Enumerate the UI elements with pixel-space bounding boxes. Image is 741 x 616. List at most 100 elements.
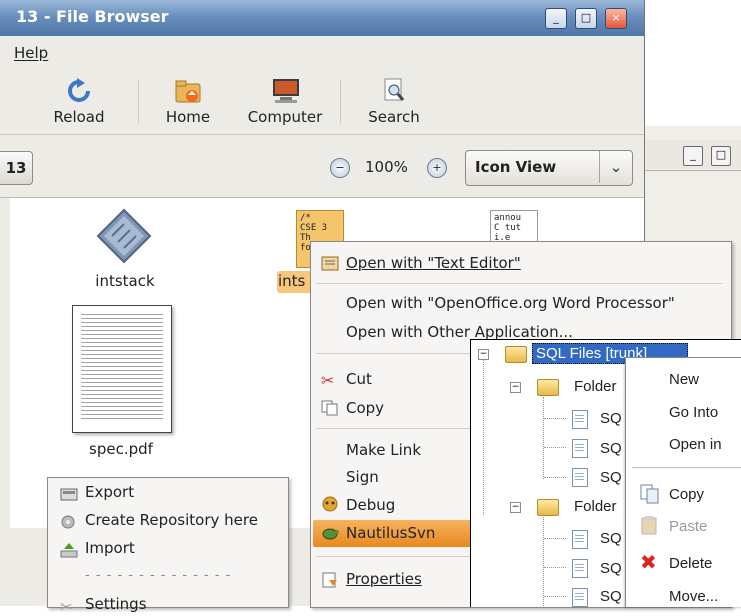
menu-go-into[interactable]: Go Into bbox=[669, 404, 718, 421]
menu-open-text-editor[interactable]: Open with "Text Editor" bbox=[346, 254, 521, 272]
properties-icon bbox=[321, 572, 339, 588]
sql-file-icon bbox=[572, 410, 588, 429]
home-label: Home bbox=[165, 108, 211, 126]
menu-debug[interactable]: Debug bbox=[346, 496, 395, 514]
menu-cut[interactable]: Cut bbox=[346, 370, 372, 388]
diamond-executable-icon[interactable] bbox=[96, 208, 152, 264]
tree-connector bbox=[544, 596, 566, 597]
sql-file-icon bbox=[572, 559, 588, 578]
home-button[interactable]: Home bbox=[157, 78, 219, 126]
reload-button[interactable]: Reload bbox=[46, 78, 112, 126]
computer-icon bbox=[271, 78, 299, 104]
tree-connector bbox=[544, 418, 566, 419]
tree-file-label[interactable]: SQ bbox=[600, 560, 622, 577]
menu-move[interactable]: Move... bbox=[669, 588, 718, 605]
sql-file-icon bbox=[572, 588, 588, 607]
zoom-level[interactable]: 100% bbox=[365, 158, 408, 176]
search-label: Search bbox=[368, 108, 420, 126]
menu-separator: - - - - - - - - - - - - - - bbox=[85, 568, 232, 583]
menu-delete[interactable]: Delete bbox=[669, 555, 712, 572]
pdf-thumbnail-icon[interactable] bbox=[72, 305, 172, 433]
menu-settings[interactable]: Settings bbox=[85, 595, 147, 613]
export-icon bbox=[60, 486, 78, 502]
scissors-icon: ✂ bbox=[321, 371, 335, 390]
collapse-icon[interactable]: − bbox=[510, 382, 521, 393]
maximize-button[interactable]: □ bbox=[711, 146, 731, 166]
tree-file-label[interactable]: SQ bbox=[600, 588, 622, 605]
import-icon bbox=[60, 542, 78, 558]
minimize-button[interactable]: _ bbox=[545, 8, 567, 29]
maximize-button[interactable]: □ bbox=[575, 8, 597, 29]
svn-folder-icon bbox=[505, 346, 527, 363]
tree-file-label[interactable]: SQ bbox=[600, 530, 622, 547]
settings-icon: ✂ bbox=[60, 598, 73, 616]
menu-nautilussvn[interactable]: NautilusSvn bbox=[346, 524, 435, 542]
debug-icon bbox=[321, 496, 339, 512]
close-button[interactable]: × bbox=[605, 8, 627, 29]
home-folder-icon bbox=[174, 78, 202, 104]
search-icon bbox=[380, 78, 408, 104]
delete-icon: ✖ bbox=[640, 550, 657, 574]
breadcrumb-button[interactable]: 13 bbox=[0, 151, 33, 185]
menu-paste: Paste bbox=[669, 518, 708, 535]
tree-file-label[interactable]: SQ bbox=[600, 410, 622, 427]
menu-copy[interactable]: Copy bbox=[346, 399, 384, 417]
view-mode-label: Icon View bbox=[475, 158, 557, 176]
menu-create-repository[interactable]: Create Repository here bbox=[85, 511, 258, 529]
file-label[interactable]: ints bbox=[278, 272, 305, 290]
menu-new[interactable]: New bbox=[669, 371, 699, 388]
menu-make-link[interactable]: Make Link bbox=[346, 441, 421, 459]
reload-icon bbox=[65, 78, 93, 104]
menu-help[interactable]: Help bbox=[14, 44, 48, 62]
text-editor-icon bbox=[321, 255, 339, 271]
toolbar-separator bbox=[138, 80, 139, 124]
chevron-down-icon[interactable]: ⌄ bbox=[599, 151, 632, 183]
computer-label: Computer bbox=[247, 108, 323, 126]
svn-submenu bbox=[47, 477, 289, 608]
tree-file-label[interactable]: SQ bbox=[600, 440, 622, 457]
copy-icon bbox=[640, 484, 660, 504]
tree-connector bbox=[544, 447, 566, 448]
menu-sign[interactable]: Sign bbox=[346, 468, 379, 486]
sql-file-icon bbox=[572, 530, 588, 549]
tree-connector bbox=[544, 538, 566, 539]
tree-folder-label[interactable]: Folder bbox=[574, 498, 617, 515]
paste-icon bbox=[640, 515, 660, 535]
menu-open-in[interactable]: Open in bbox=[669, 436, 722, 453]
tree-connector bbox=[543, 517, 544, 606]
reload-label: Reload bbox=[53, 108, 105, 126]
tree-connector bbox=[543, 397, 544, 479]
file-label[interactable]: intstack bbox=[80, 272, 170, 290]
svn-turtle-icon bbox=[321, 525, 339, 541]
menu-separator bbox=[632, 467, 741, 468]
copy-icon bbox=[321, 400, 339, 416]
folder-icon bbox=[537, 499, 559, 516]
tree-connector bbox=[483, 360, 484, 515]
sql-file-icon bbox=[572, 468, 588, 487]
menu-separator bbox=[316, 556, 472, 557]
menu-open-openoffice[interactable]: Open with "OpenOffice.org Word Processor… bbox=[346, 294, 675, 312]
computer-button[interactable]: Computer bbox=[240, 78, 330, 126]
repository-icon bbox=[60, 514, 78, 530]
zoom-in-icon[interactable]: + bbox=[427, 158, 447, 178]
menu-separator bbox=[316, 283, 722, 284]
zoom-out-icon[interactable]: − bbox=[330, 158, 350, 178]
file-label[interactable]: spec.pdf bbox=[76, 440, 166, 458]
minimize-button[interactable]: _ bbox=[683, 146, 703, 166]
search-button[interactable]: Search bbox=[360, 78, 428, 126]
menu-properties[interactable]: Properties bbox=[346, 570, 422, 588]
menu-copy[interactable]: Copy bbox=[669, 486, 704, 503]
menu-separator bbox=[316, 428, 472, 429]
tree-connector bbox=[544, 567, 566, 568]
tree-file-label[interactable]: SQ bbox=[600, 469, 622, 486]
menu-import[interactable]: Import bbox=[85, 539, 135, 557]
menu-separator bbox=[316, 353, 472, 354]
collapse-icon[interactable]: − bbox=[478, 349, 489, 360]
sql-file-icon bbox=[572, 439, 588, 458]
menu-bar bbox=[0, 36, 644, 68]
tree-folder-label[interactable]: Folder bbox=[574, 378, 617, 395]
window-title: 13 - File Browser bbox=[16, 7, 169, 26]
tree-connector bbox=[544, 477, 566, 478]
menu-export[interactable]: Export bbox=[85, 483, 134, 501]
collapse-icon[interactable]: − bbox=[510, 502, 521, 513]
